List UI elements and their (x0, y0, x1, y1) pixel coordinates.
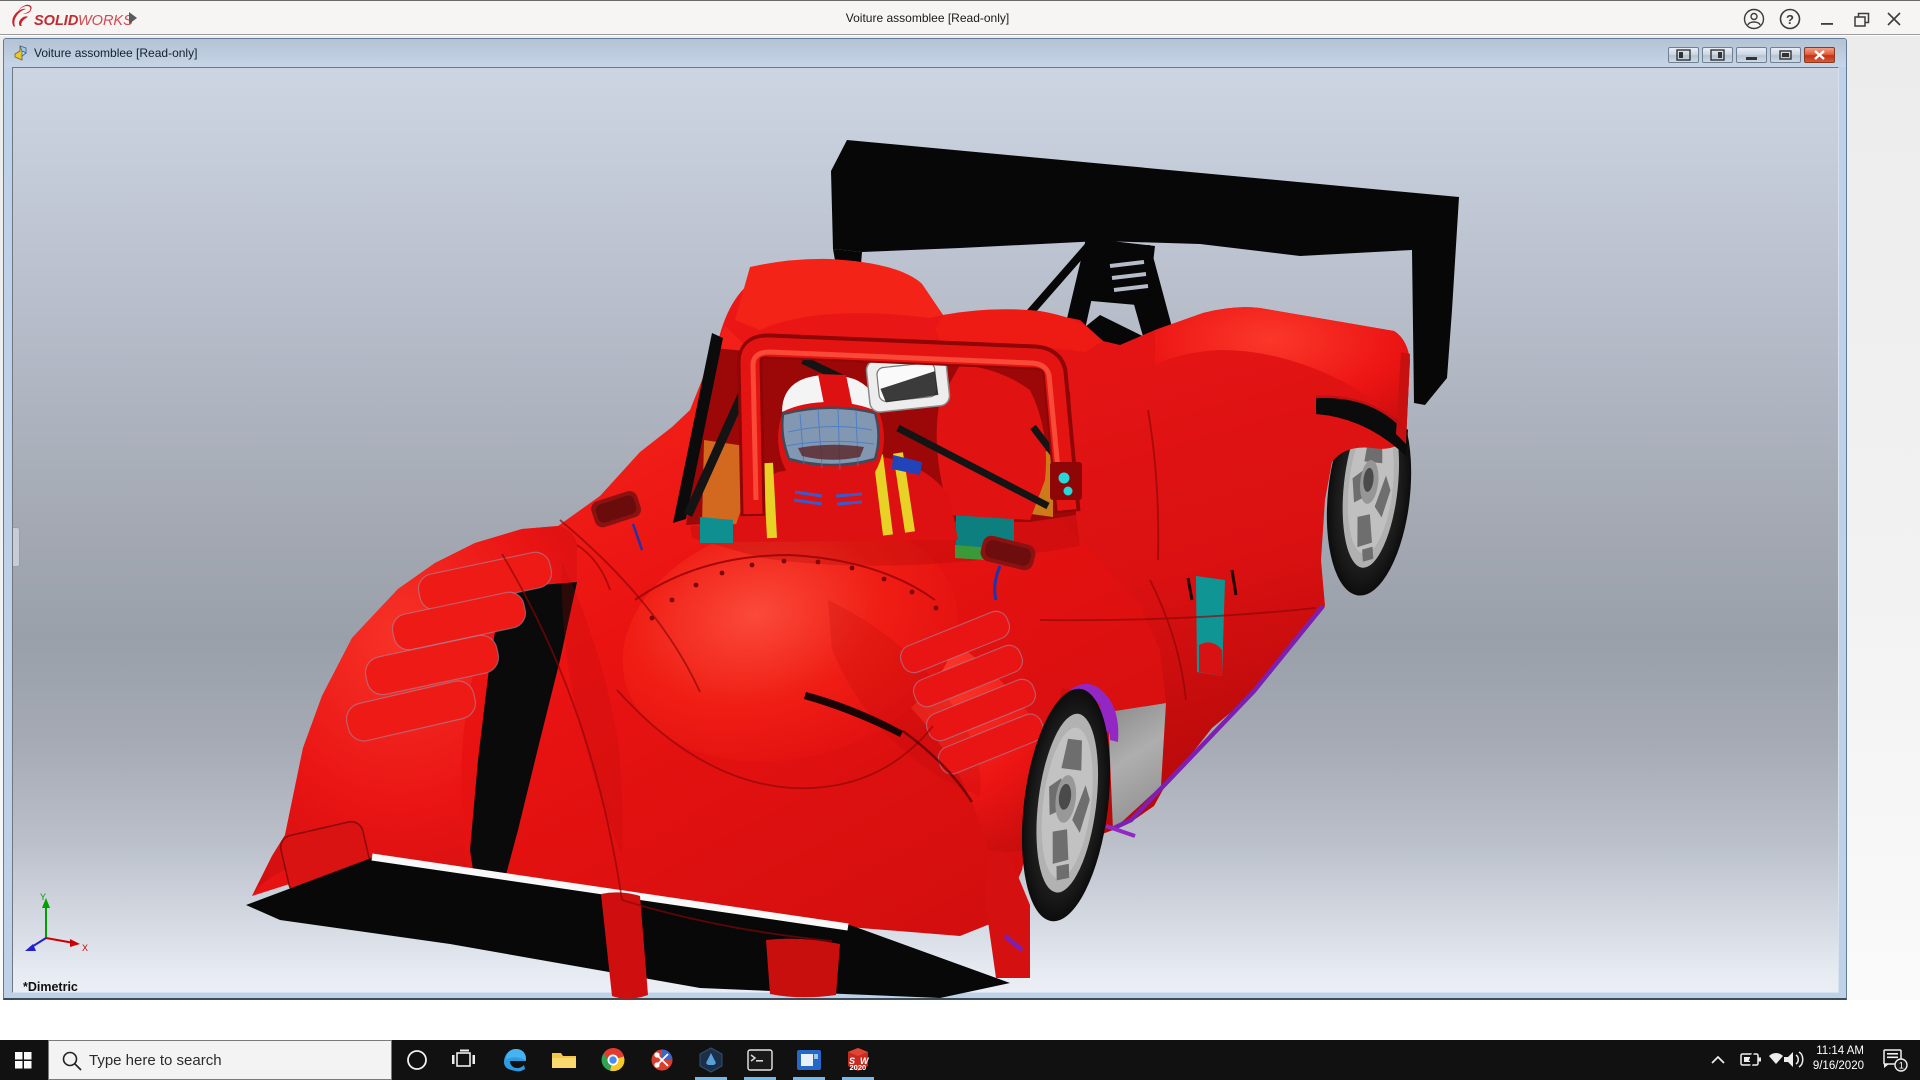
svg-text:1: 1 (1899, 1061, 1904, 1071)
svg-text:2020: 2020 (850, 1063, 867, 1072)
